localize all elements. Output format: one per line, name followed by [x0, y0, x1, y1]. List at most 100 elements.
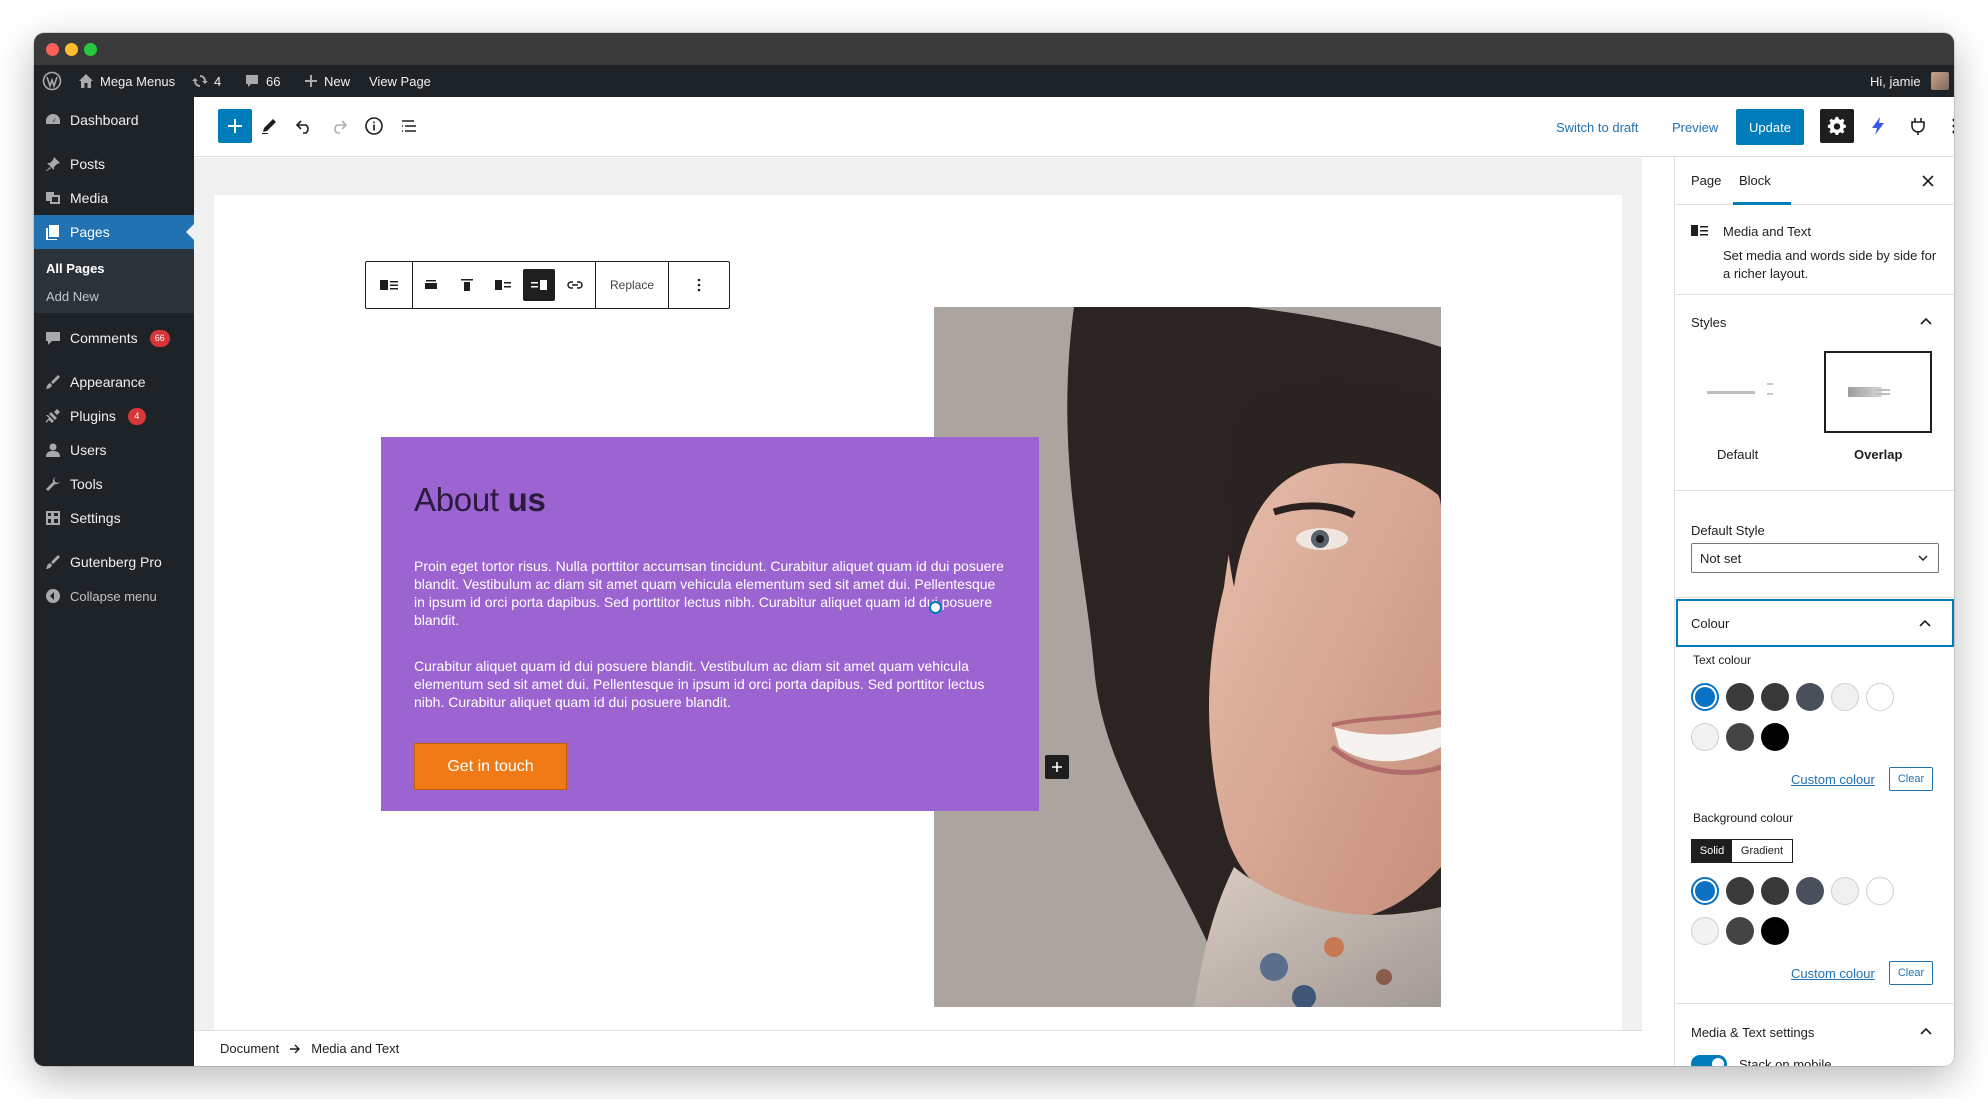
- new-content-link[interactable]: New: [304, 65, 350, 97]
- redo-button[interactable]: [322, 109, 356, 143]
- user-account-link[interactable]: Hi, jamie: [1870, 65, 1949, 97]
- background-colour-swatch[interactable]: [1831, 877, 1859, 905]
- text-colour-swatch[interactable]: [1691, 723, 1719, 751]
- stack-on-mobile-toggle[interactable]: [1691, 1055, 1727, 1066]
- background-custom-colour-link[interactable]: Custom colour: [1791, 966, 1875, 981]
- tools-button[interactable]: [252, 109, 286, 143]
- home-icon: [79, 74, 93, 88]
- gradient-tab[interactable]: Gradient: [1732, 840, 1792, 862]
- align-button[interactable]: [413, 262, 449, 308]
- performance-button[interactable]: [1861, 109, 1895, 143]
- background-colour-swatch[interactable]: [1726, 917, 1754, 945]
- background-colour-swatch[interactable]: [1691, 917, 1719, 945]
- close-window-button[interactable]: [46, 43, 59, 56]
- background-colour-swatch[interactable]: [1761, 917, 1789, 945]
- style-default-option[interactable]: [1691, 351, 1799, 433]
- preview-button[interactable]: Preview: [1672, 97, 1718, 157]
- text-colour-swatch[interactable]: [1761, 723, 1789, 751]
- collapse-menu-button[interactable]: Collapse menu: [34, 579, 194, 613]
- paragraph-1: Proin eget tortor risus. Nulla porttitor…: [414, 558, 1004, 628]
- user-icon: [46, 443, 60, 457]
- maximize-window-button[interactable]: [84, 43, 97, 56]
- colour-title: Colour: [1691, 616, 1730, 631]
- style-overlap-option[interactable]: [1824, 351, 1932, 433]
- background-colour-clear-button[interactable]: Clear: [1889, 961, 1933, 985]
- sidebar-item-dashboard[interactable]: Dashboard: [34, 103, 194, 137]
- background-colour-swatch[interactable]: [1796, 877, 1824, 905]
- get-in-touch-button[interactable]: Get in touch: [414, 743, 567, 790]
- show-media-left-button[interactable]: [485, 262, 521, 308]
- link-button[interactable]: [557, 262, 593, 308]
- update-button[interactable]: Update: [1736, 109, 1804, 145]
- wordpress-logo-button[interactable]: [42, 65, 62, 97]
- default-style-label: Default Style: [1691, 523, 1765, 538]
- list-view-icon: [402, 120, 416, 132]
- undo-button[interactable]: [287, 109, 321, 143]
- add-block-button[interactable]: [218, 109, 252, 143]
- sidebar-item-plugins[interactable]: Plugins 4: [34, 399, 194, 433]
- default-style-select[interactable]: Not set: [1691, 543, 1939, 573]
- comments-count: 66: [266, 73, 281, 89]
- settings-toggle-button[interactable]: [1820, 109, 1854, 143]
- lightning-icon: [1872, 117, 1884, 135]
- styles-title[interactable]: Styles: [1691, 315, 1726, 330]
- text-colour-swatch[interactable]: [1726, 723, 1754, 751]
- sidebar-item-appearance[interactable]: Appearance: [34, 365, 194, 399]
- background-colour-swatch[interactable]: [1691, 877, 1719, 905]
- tab-block[interactable]: Block: [1739, 173, 1771, 188]
- sidebar-item-tools[interactable]: Tools: [34, 467, 194, 501]
- details-button[interactable]: [357, 109, 391, 143]
- list-view-button[interactable]: [392, 109, 426, 143]
- sidebar-item-comments[interactable]: Comments 66: [34, 321, 194, 355]
- sidebar-item-settings[interactable]: Settings: [34, 501, 194, 535]
- replace-media-button[interactable]: Replace: [596, 262, 668, 308]
- vertical-align-button[interactable]: [449, 262, 485, 308]
- updates-link[interactable]: 4: [192, 65, 221, 97]
- block-type-button[interactable]: [366, 262, 412, 308]
- colour-panel-header[interactable]: Colour: [1676, 599, 1954, 647]
- text-colour-clear-button[interactable]: Clear: [1889, 767, 1933, 791]
- show-media-right-button[interactable]: [523, 269, 555, 301]
- sidebar-item-users[interactable]: Users: [34, 433, 194, 467]
- submenu-all-pages[interactable]: All Pages: [46, 261, 105, 276]
- block-options-button[interactable]: [669, 262, 729, 308]
- chevron-up-icon[interactable]: [1919, 1027, 1933, 1036]
- more-options-button[interactable]: [1937, 109, 1954, 143]
- text-colour-swatch[interactable]: [1761, 683, 1789, 711]
- chevron-up-icon[interactable]: [1919, 317, 1933, 326]
- close-icon[interactable]: [1921, 174, 1935, 188]
- resize-handle[interactable]: [929, 601, 942, 614]
- sidebar-item-media[interactable]: Media: [34, 181, 194, 215]
- sidebar-item-label: Gutenberg Pro: [70, 554, 162, 570]
- text-colour-swatch[interactable]: [1726, 683, 1754, 711]
- media-text-icon: [1691, 225, 1708, 236]
- panel-tabs: Page Block: [1675, 157, 1954, 205]
- tab-page[interactable]: Page: [1691, 173, 1721, 188]
- sidebar-item-posts[interactable]: Posts: [34, 147, 194, 181]
- switch-to-draft-button[interactable]: Switch to draft: [1556, 97, 1638, 157]
- breadcrumb-current[interactable]: Media and Text: [311, 1041, 399, 1056]
- brush-icon: [46, 555, 60, 569]
- minimize-window-button[interactable]: [65, 43, 78, 56]
- sidebar-item-pages[interactable]: Pages: [34, 215, 194, 249]
- pencil-icon: [262, 119, 276, 134]
- text-colour-swatch[interactable]: [1831, 683, 1859, 711]
- text-colour-swatch[interactable]: [1691, 683, 1719, 711]
- background-colour-swatch[interactable]: [1761, 877, 1789, 905]
- sidebar-item-gutenberg-pro[interactable]: Gutenberg Pro: [34, 545, 194, 579]
- plugin-button[interactable]: [1901, 109, 1935, 143]
- site-name-link[interactable]: Mega Menus: [78, 65, 175, 97]
- text-custom-colour-link[interactable]: Custom colour: [1791, 772, 1875, 787]
- view-page-link[interactable]: View Page: [369, 65, 431, 97]
- media-text-settings-title[interactable]: Media & Text settings: [1691, 1025, 1814, 1040]
- block-inserter-button[interactable]: [1045, 755, 1069, 779]
- text-colour-swatch[interactable]: [1796, 683, 1824, 711]
- comments-link[interactable]: 66: [244, 65, 280, 97]
- solid-tab[interactable]: Solid: [1692, 840, 1732, 862]
- text-colour-swatch[interactable]: [1866, 683, 1894, 711]
- background-colour-swatch[interactable]: [1866, 877, 1894, 905]
- about-heading: About us: [414, 481, 546, 519]
- background-colour-swatch[interactable]: [1726, 877, 1754, 905]
- breadcrumb-root[interactable]: Document: [220, 1041, 279, 1056]
- submenu-add-new[interactable]: Add New: [46, 289, 99, 304]
